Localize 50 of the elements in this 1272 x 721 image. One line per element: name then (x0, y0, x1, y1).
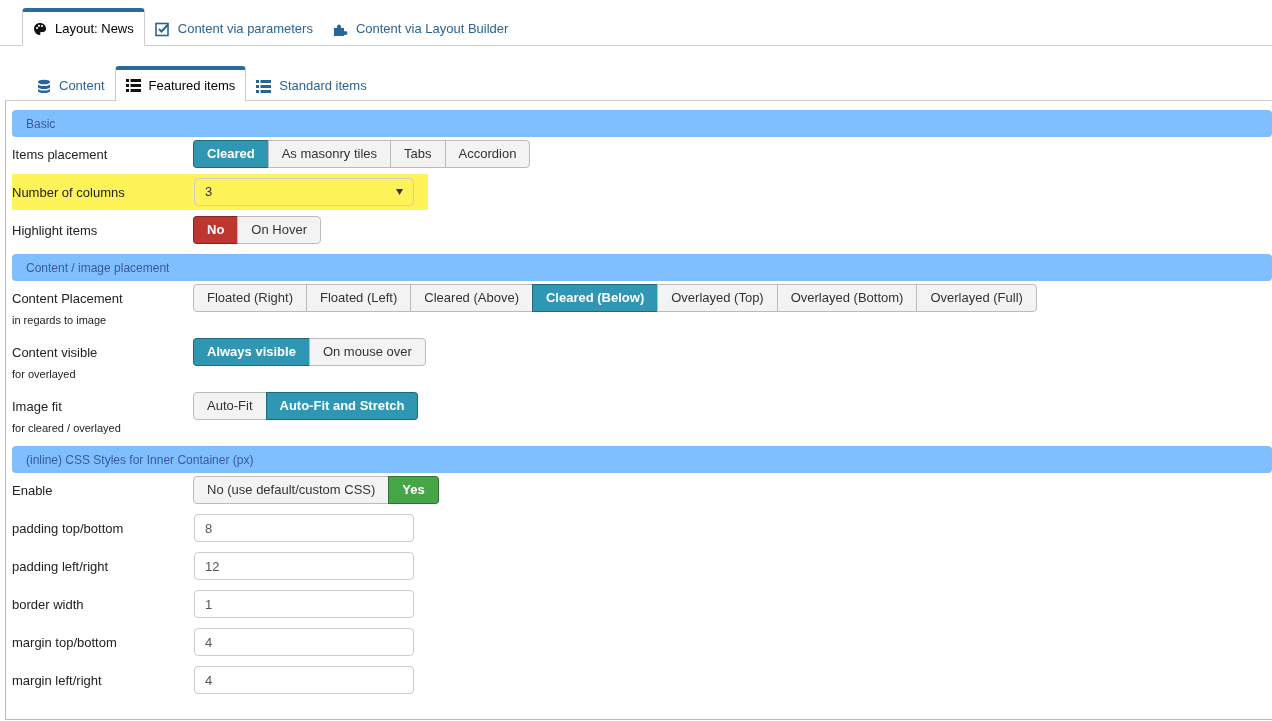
field-label: Content visible (12, 344, 99, 362)
option-button[interactable]: Floated (Left) (306, 284, 412, 312)
option-button[interactable]: No (193, 216, 239, 244)
option-button[interactable]: Tabs (390, 140, 446, 168)
field-label: padding top/bottom (12, 520, 125, 538)
tab[interactable]: Content via parameters (144, 8, 323, 46)
dropdown[interactable]: 3 (194, 178, 414, 206)
tab[interactable]: Layout: News (22, 8, 145, 46)
field-hint: for overlayed (12, 366, 77, 382)
palette-icon (33, 21, 47, 36)
text-input[interactable]: 12 (194, 552, 414, 580)
option-button[interactable]: Cleared (Above) (410, 284, 533, 312)
text-input[interactable]: 4 (194, 628, 414, 656)
option-button[interactable]: Overlayed (Bottom) (776, 284, 918, 312)
field-label: margin left/right (12, 672, 103, 690)
list-icon (256, 79, 272, 93)
option-button[interactable]: Floated (Right) (193, 284, 307, 312)
field-label: Number of columns (12, 184, 126, 202)
field-label: Highlight items (12, 222, 99, 240)
tab[interactable]: Featured items (114, 66, 247, 102)
checkbox-icon (154, 21, 170, 37)
section-header: Basic (12, 110, 1272, 137)
field-label: Image fit (12, 398, 63, 416)
option-button[interactable]: Accordion (444, 140, 531, 168)
field-label: Items placement (12, 146, 109, 164)
database-icon (37, 78, 51, 94)
option-button[interactable]: Auto-Fit (193, 392, 267, 420)
option-button[interactable]: No (use default/custom CSS) (193, 476, 390, 504)
tab[interactable]: Content via Layout Builder (322, 8, 519, 46)
list-icon (125, 79, 141, 92)
field-label: margin top/bottom (12, 634, 118, 652)
option-button[interactable]: On mouse over (308, 338, 426, 366)
option-button[interactable]: As masonry tiles (267, 140, 392, 168)
option-button[interactable]: Overlayed (Top) (657, 284, 778, 312)
field-label: Enable (12, 482, 54, 500)
section-header: (inline) CSS Styles for Inner Container (px) (12, 446, 1272, 473)
field-label: Content Placement (12, 290, 124, 308)
field-label: border width (12, 596, 85, 614)
tab[interactable]: Standard items (246, 66, 377, 102)
caret-icon (396, 189, 403, 195)
option-button[interactable]: Overlayed (Full) (916, 284, 1037, 312)
option-button[interactable]: On Hover (237, 216, 321, 244)
field-hint: for cleared / overlayed (12, 420, 122, 436)
text-input[interactable]: 4 (194, 666, 414, 694)
section-header: Content / image placement (12, 254, 1272, 281)
field-label: padding left/right (12, 558, 110, 576)
text-input[interactable]: 8 (194, 514, 414, 542)
tab[interactable]: Content (27, 66, 115, 102)
text-input[interactable]: 1 (194, 590, 414, 618)
field-hint: in regards to image (12, 312, 108, 328)
